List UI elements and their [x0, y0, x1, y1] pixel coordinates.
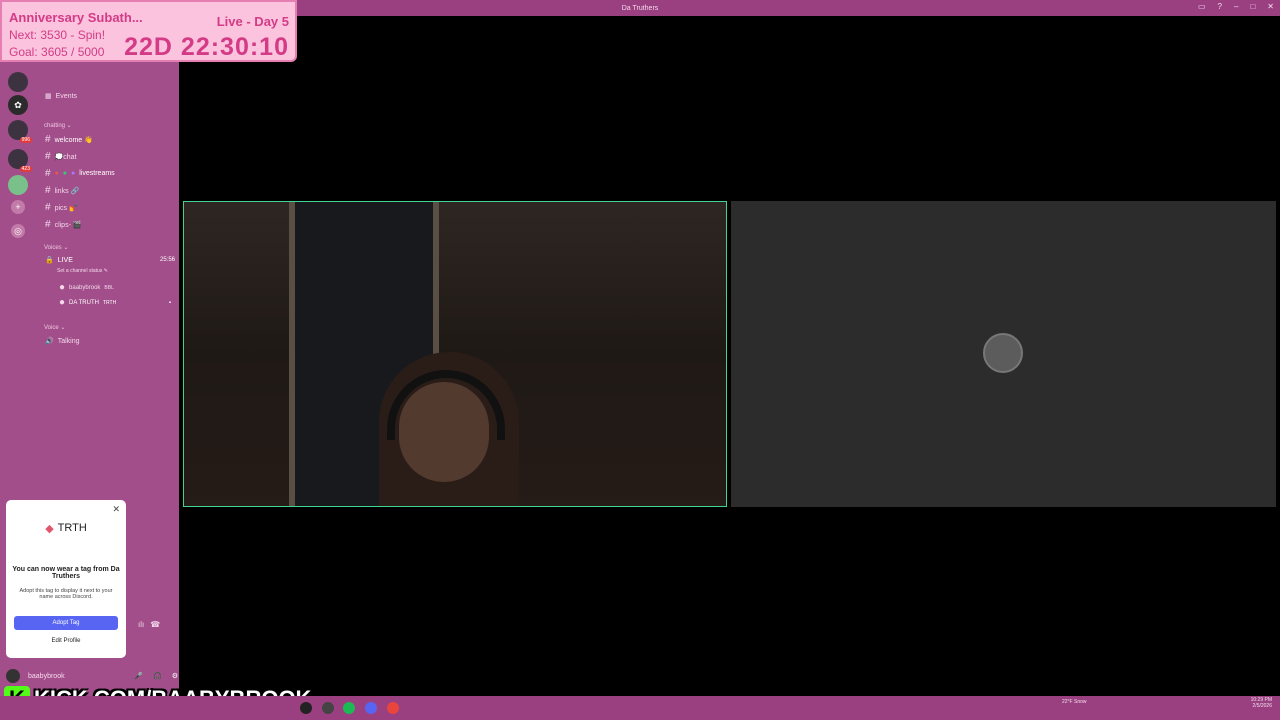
subathon-next: Next: 3530 - Spin! [9, 28, 106, 42]
server-icon[interactable]: ✿ [8, 95, 28, 115]
category-chatting[interactable]: chatting ⌄ [44, 122, 72, 129]
close-icon[interactable]: ✕ [112, 504, 120, 515]
calendar-icon: ▦ [45, 93, 52, 100]
channel-label: clips- 🎬 [54, 221, 82, 229]
server-icon[interactable] [8, 72, 28, 92]
channel-status[interactable]: Set a channel status ✎ [57, 268, 108, 274]
spotify-icon[interactable] [343, 702, 355, 714]
weather-widget[interactable]: 22°F Snow [1062, 699, 1087, 705]
minimize-icon[interactable]: – [1234, 2, 1238, 11]
voice-channel-talking[interactable]: 🔊 Talking [45, 337, 80, 346]
hash-icon: # [45, 219, 51, 230]
voice-member[interactable]: ● DA TRUTH TRTH ▪ [59, 297, 171, 308]
tag-label: TRTH [57, 522, 87, 534]
channel-chat[interactable]: # 💭chat [45, 151, 77, 162]
subathon-goal: Goal: 3605 / 5000 [9, 45, 105, 59]
lock-icon: 🔒 [45, 257, 54, 264]
avatar: ● [59, 297, 66, 308]
hash-icon: # [45, 185, 51, 196]
discover-icon[interactable]: ◎ [11, 224, 25, 238]
server-icon[interactable]: 423 [8, 149, 32, 172]
member-tag: BBL [104, 284, 114, 291]
add-server-icon[interactable]: + [11, 200, 25, 214]
channel-welcome[interactable]: # welcome 👋 [45, 134, 93, 145]
voice-channel-label: LIVE [57, 256, 73, 264]
server-icon[interactable] [8, 175, 28, 195]
help-icon[interactable]: ? [1218, 2, 1222, 11]
voice-timer: 25:56 [159, 257, 175, 263]
channel-label: 💭chat [54, 153, 77, 161]
voice-member[interactable]: ● baabybrook BBL [59, 282, 114, 293]
tag-popup: ✕ ◆ TRTH You can now wear a tag from Da … [6, 500, 126, 658]
headphones-icon[interactable]: 🎧 [153, 672, 162, 680]
maximize-icon[interactable]: □ [1250, 2, 1255, 11]
soundboard-icon[interactable]: ılı [138, 620, 144, 629]
disconnect-icon[interactable]: ☎ [150, 620, 160, 629]
member-name: DA TRUTH [69, 299, 99, 306]
category-voices[interactable]: Voices ⌄ [44, 244, 68, 251]
adopt-tag-button[interactable]: Adopt Tag [14, 616, 118, 630]
video-tile-avatar[interactable] [731, 201, 1276, 507]
tag-preview: ◆ TRTH [6, 522, 126, 535]
channel-clips[interactable]: # clips- 🎬 [45, 219, 82, 230]
member-name: baabybrook [69, 284, 101, 291]
mic-icon[interactable]: 🎤 [134, 672, 143, 680]
video-tile-webcam[interactable] [183, 201, 727, 507]
events-label: Events [55, 92, 78, 100]
username[interactable]: baabybrook [28, 673, 65, 680]
channel-label: livestreams [79, 170, 115, 177]
server-badge: 996 [19, 137, 32, 143]
member-tag: TRTH [102, 299, 117, 306]
avatar: ● [59, 282, 66, 293]
server-icon[interactable]: 996 [8, 120, 32, 143]
speaker-icon: 🔊 [45, 338, 54, 345]
channel-label: pics 💅 [54, 204, 78, 212]
category-voice[interactable]: Voice ⌄ [44, 324, 65, 331]
camera-icon: ▪ [168, 299, 171, 306]
avatar[interactable] [6, 669, 20, 683]
channel-links[interactable]: # links 🔗 [45, 185, 79, 196]
system-clock[interactable]: 10:29 PM 2/5/2026 [1251, 697, 1272, 709]
hash-icon: # [45, 151, 51, 162]
voice-controls: ılı ☎ [138, 620, 160, 629]
hash-icon: # [45, 134, 51, 145]
channel-pics[interactable]: # pics 💅 [45, 202, 78, 213]
channel-label: links 🔗 [54, 187, 80, 195]
voice-channel-live[interactable]: 🔒 LIVE 25:56 [45, 256, 175, 265]
server-banner [37, 62, 179, 80]
subathon-timer: 22D 22:30:10 [124, 33, 289, 61]
gear-icon[interactable]: ⚙ [172, 672, 178, 680]
voice-channel-label: Talking [57, 337, 80, 345]
subathon-day: Live - Day 5 [216, 14, 289, 29]
inbox-icon[interactable]: ▭ [1198, 2, 1206, 11]
obs-icon[interactable] [322, 702, 334, 714]
discord-icon[interactable] [365, 702, 377, 714]
edit-profile-link[interactable]: Edit Profile [14, 638, 118, 644]
subathon-overlay: Anniversary Subath... Next: 3530 - Spin!… [0, 0, 297, 62]
tag-icon: ◆ [45, 523, 54, 535]
brave-icon[interactable] [387, 702, 399, 714]
channel-livestreams[interactable]: # ● ● ● livestreams [45, 168, 115, 179]
channel-label: welcome 👋 [54, 136, 93, 144]
clock-date: 2/5/2026 [1252, 703, 1272, 709]
server-badge: 423 [19, 166, 32, 172]
taskbar [0, 696, 1280, 720]
avatar [983, 333, 1023, 373]
subathon-title: Anniversary Subath... [9, 10, 143, 25]
events-item[interactable]: ▦ Events [45, 92, 78, 101]
window-title: Da Truthers [621, 4, 659, 12]
close-icon[interactable]: ✕ [1267, 2, 1274, 11]
popup-heading: You can now wear a tag from Da Truthers [12, 566, 120, 580]
tiktok-icon[interactable] [300, 702, 312, 714]
hash-icon: # [45, 168, 51, 179]
hash-icon: # [45, 202, 51, 213]
popup-body: Adopt this tag to display it next to you… [19, 588, 113, 600]
